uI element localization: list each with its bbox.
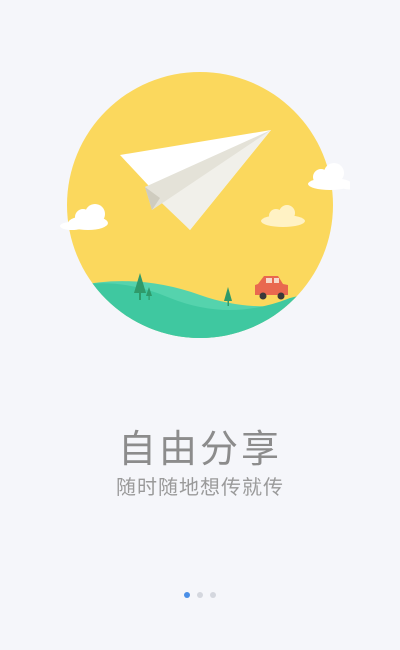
paper-plane-illustration [60,72,350,338]
page-dot-3[interactable] [210,592,216,598]
page-indicator[interactable] [0,592,400,598]
page-title: 自由分享 [117,427,282,471]
page-dot-2[interactable] [197,592,203,598]
page-dot-1[interactable] [184,592,190,598]
onboarding-screen[interactable]: 自由分享 随时随地想传就传 [0,0,400,650]
page-subtitle: 随时随地想传就传 [116,475,284,499]
